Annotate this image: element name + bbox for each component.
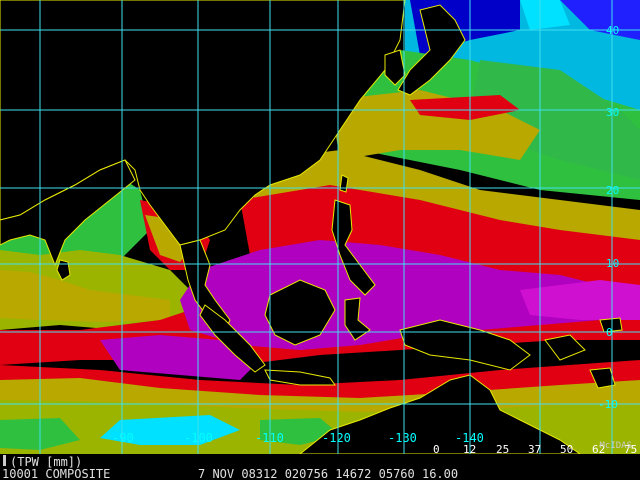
lon-label: -120	[322, 431, 351, 445]
lat-label: 20	[606, 184, 619, 197]
brand-label: McIDAS	[599, 441, 632, 451]
lat-label: 30	[606, 106, 619, 119]
lat-label: -10	[598, 398, 618, 411]
timestamp-label: 7 NOV 08312 020756 14672 05760 16.00	[198, 467, 459, 480]
lat-label: 40	[606, 24, 619, 37]
frame-label: 10001 COMPOSITE	[2, 467, 111, 480]
tpw-map: 40 30 20 10 0 -10 -90 -100 -110 -120 -13…	[0, 0, 640, 480]
lon-label: -100	[184, 431, 213, 445]
lon-label: -90	[112, 431, 134, 445]
lon-label: -130	[388, 431, 417, 445]
lat-label: 10	[606, 257, 619, 270]
lat-label: 0	[606, 326, 613, 339]
lon-label: -110	[255, 431, 284, 445]
status-bar: (TPW [mm]) 10001 COMPOSITE 7 NOV 08312 0…	[0, 454, 640, 480]
frame-indicator	[3, 455, 6, 466]
tpw-map-view: 40 30 20 10 0 -10 -90 -100 -110 -120 -13…	[0, 0, 640, 480]
